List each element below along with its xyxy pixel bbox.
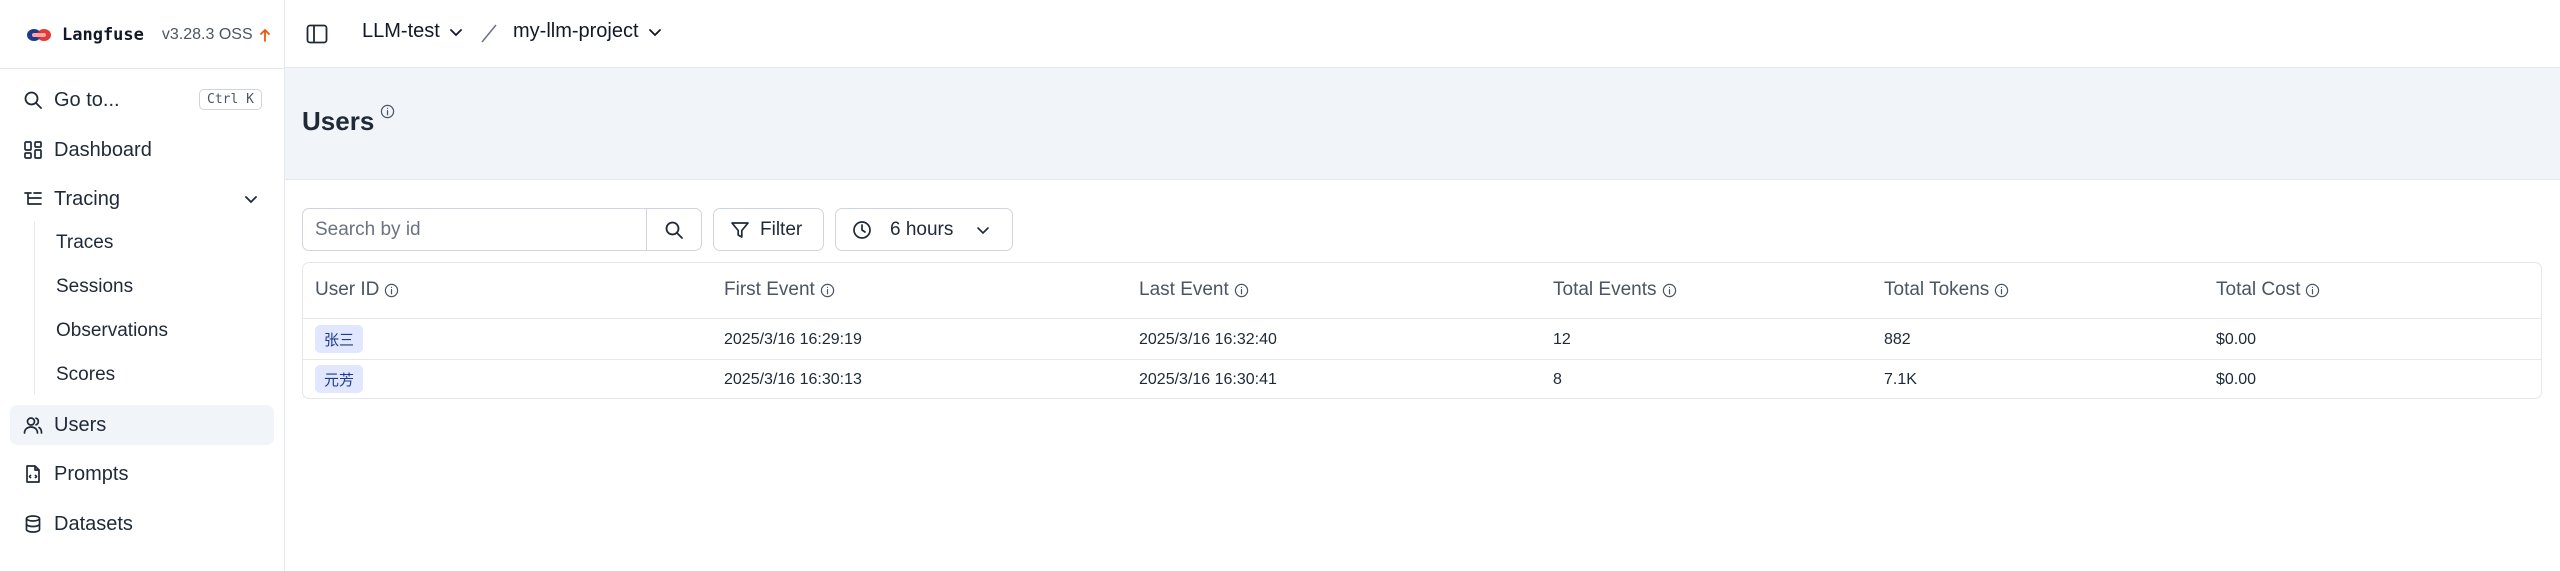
first-event-cell: 2025/3/16 16:29:19 (724, 331, 862, 348)
info-icon[interactable] (1662, 283, 1677, 298)
column-header-total-cost[interactable]: Total Cost (2216, 279, 2320, 301)
search-button[interactable] (646, 209, 701, 250)
sidebar-item-prompts[interactable]: Prompts (10, 454, 274, 494)
time-range-select[interactable]: 6 hours (835, 208, 1013, 251)
arrow-up-icon[interactable] (259, 28, 271, 42)
org-name: LLM-test (362, 20, 440, 42)
sidebar-item-label: Tracing (54, 187, 120, 210)
total-events-cell: 12 (1553, 331, 1571, 348)
brand-name: Langfuse (62, 25, 144, 45)
sidebar-divider (0, 68, 284, 69)
project-selector[interactable]: my-llm-project (513, 20, 663, 43)
search-box (302, 208, 702, 251)
page-header: Users (285, 68, 2560, 180)
shortcut-badge: Ctrl K (199, 89, 262, 110)
column-header-label: Total Events (1553, 279, 1657, 300)
row-divider (303, 359, 2541, 360)
topbar: LLM-test my-llm-project (285, 0, 2560, 68)
column-header-label: Last Event (1139, 279, 1229, 300)
sidebar-item-users[interactable]: Users (10, 405, 274, 445)
info-icon[interactable] (1234, 283, 1249, 298)
project-name: my-llm-project (513, 20, 639, 42)
search-icon (22, 89, 44, 111)
total-tokens-cell: 882 (1884, 331, 1911, 348)
column-header-label: First Event (724, 279, 815, 300)
sidebar-item-scores[interactable]: Scores (56, 359, 115, 391)
goto-button[interactable]: Go to... Ctrl K (10, 80, 274, 120)
sidebar-item-label: Prompts (54, 462, 129, 485)
user-id-tag[interactable]: 张三 (315, 325, 364, 353)
search-icon (665, 221, 683, 239)
langfuse-logo-icon (27, 29, 51, 41)
clock-icon (852, 220, 872, 240)
sidebar-item-label: Datasets (54, 512, 133, 535)
sidebar-item-datasets[interactable]: Datasets (10, 504, 274, 544)
filter-button[interactable]: Filter (713, 208, 824, 251)
total-cost-cell: $0.00 (2216, 371, 2257, 388)
column-header-total-events[interactable]: Total Events (1553, 279, 1677, 301)
chevron-down-icon (449, 28, 462, 36)
page-title: Users (302, 104, 395, 137)
filter-label: Filter (760, 218, 803, 240)
version-label: v3.28.3 OSS (161, 26, 253, 43)
total-cost-cell: $0.00 (2216, 331, 2257, 348)
goto-label: Go to... (54, 88, 120, 111)
time-range-value: 6 hours (890, 218, 954, 240)
user-id-tag[interactable]: 元芳 (315, 365, 364, 393)
chevron-down-icon (977, 226, 990, 234)
first-event-cell: 2025/3/16 16:30:13 (724, 371, 862, 388)
info-icon[interactable] (384, 283, 399, 298)
chevron-down-icon[interactable] (242, 190, 260, 208)
search-input[interactable] (303, 209, 647, 250)
info-icon[interactable] (1994, 283, 2009, 298)
org-selector[interactable]: LLM-test (362, 20, 464, 43)
column-header-label: Total Cost (2216, 279, 2301, 300)
column-header-first-event[interactable]: First Event (724, 279, 835, 301)
sidebar-item-observations[interactable]: Observations (56, 315, 168, 347)
prompts-icon (22, 463, 44, 485)
dashboard-icon (22, 139, 44, 161)
filter-icon (730, 220, 750, 240)
tracing-icon (22, 188, 44, 210)
sidebar-item-label: Dashboard (54, 138, 152, 161)
breadcrumb-separator (481, 24, 497, 43)
users-icon (22, 414, 44, 436)
sidebar-toggle-icon[interactable] (305, 22, 329, 46)
column-header-label: Total Tokens (1884, 279, 1990, 300)
last-event-cell: 2025/3/16 16:32:40 (1139, 331, 1277, 348)
header-divider (303, 318, 2541, 319)
total-events-cell: 8 (1553, 371, 1562, 388)
sidebar-item-traces[interactable]: Traces (56, 227, 113, 259)
datasets-icon (22, 513, 44, 535)
last-event-cell: 2025/3/16 16:30:41 (1139, 371, 1277, 388)
column-header-label: User ID (315, 279, 380, 300)
page-title-text: Users (302, 106, 375, 136)
sidebar-item-label: Users (54, 413, 107, 436)
column-header-last-event[interactable]: Last Event (1139, 279, 1249, 301)
sidebar-item-tracing[interactable]: Tracing (10, 179, 274, 219)
column-header-user-id[interactable]: User ID (315, 279, 399, 301)
tracing-submenu-line (34, 222, 35, 394)
users-table: User ID First Event Last Event Total Eve… (302, 262, 2542, 399)
sidebar-item-dashboard[interactable]: Dashboard (10, 130, 274, 170)
total-tokens-cell: 7.1K (1884, 371, 1917, 388)
chevron-down-icon (648, 28, 661, 36)
column-header-total-tokens[interactable]: Total Tokens (1884, 279, 2009, 301)
sidebar: Langfuse v3.28.3 OSS Go to... Ctrl K Das… (0, 0, 285, 571)
brand[interactable]: Langfuse v3.28.3 OSS (26, 22, 271, 48)
info-icon[interactable] (820, 283, 835, 298)
info-icon[interactable] (2305, 283, 2320, 298)
info-icon[interactable] (380, 104, 395, 119)
sidebar-item-sessions[interactable]: Sessions (56, 271, 133, 303)
